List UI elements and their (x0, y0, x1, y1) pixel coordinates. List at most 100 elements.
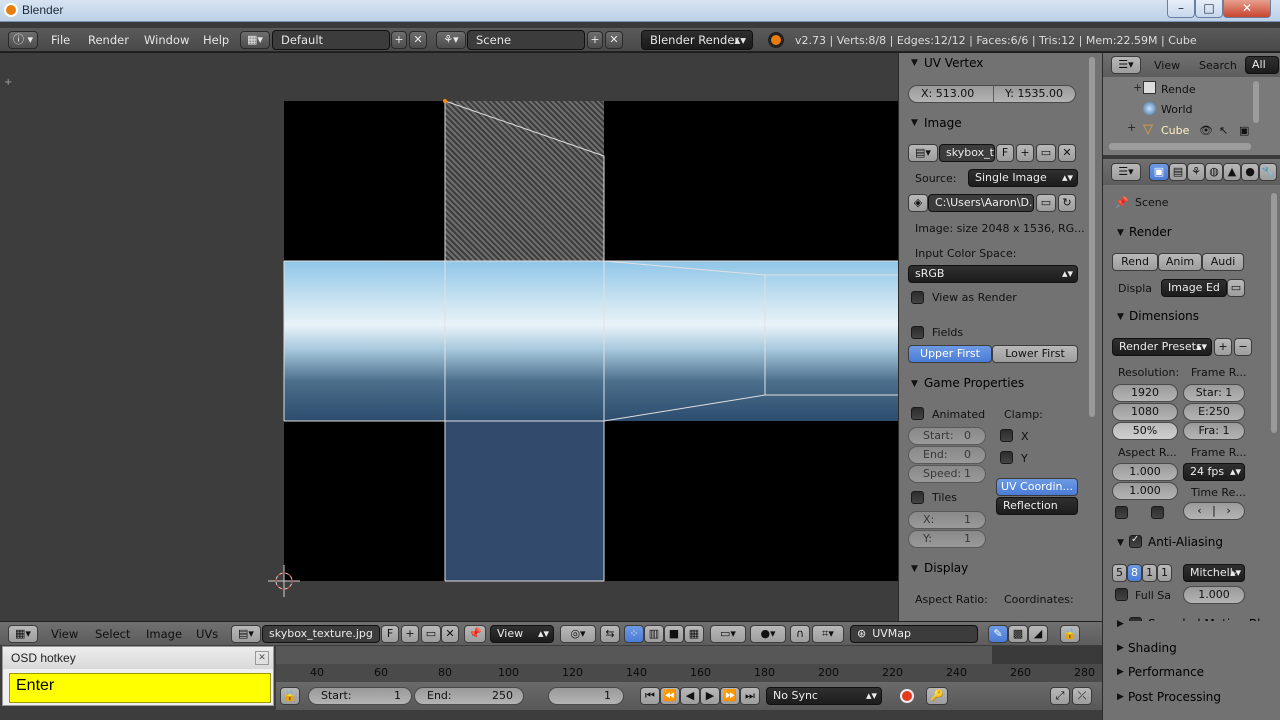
animated-checkbox[interactable] (911, 407, 924, 420)
outliner-item-world[interactable]: World (1161, 103, 1193, 116)
properties-editor-type-icon[interactable]: ☰▾ (1111, 163, 1141, 181)
scene-icon[interactable]: ⚘▾ (436, 31, 466, 49)
uv-editor-type-icon[interactable]: ▦▾ (8, 625, 38, 643)
tiles-x-field[interactable]: X: 1 (908, 511, 986, 529)
aa-samples-11[interactable]: 1 (1142, 564, 1157, 582)
timeline-start-field[interactable]: Start: 1 (308, 687, 412, 705)
anim-end-field[interactable]: End: 0 (908, 446, 986, 464)
world-context-icon[interactable]: ◍ (1205, 163, 1223, 181)
outliner-search-menu[interactable]: Search (1199, 59, 1237, 72)
reload-icon[interactable]: ↻ (1058, 194, 1076, 212)
outliner-hscrollbar[interactable] (1109, 143, 1251, 150)
source-select[interactable]: Single Image ▴▾ (968, 169, 1078, 187)
aa-samples-8[interactable]: 8 (1127, 564, 1142, 582)
sync-selection-icon[interactable]: ⇆ (600, 625, 620, 643)
add-scene-icon[interactable]: + (587, 31, 603, 49)
aa-samples-5[interactable]: 5 (1112, 564, 1127, 582)
play-reverse-icon[interactable]: ◀ (680, 687, 700, 705)
paint-brush-icon[interactable]: ✎ (988, 625, 1008, 643)
anim-speed-field[interactable]: Speed: 1 (908, 465, 986, 483)
close-window-button[interactable]: ✕ (1223, 0, 1271, 18)
lock-icon[interactable]: 🔒 (1060, 625, 1080, 643)
time-remap-field[interactable]: ‹ | › (1183, 502, 1245, 520)
menu-window[interactable]: Window (144, 33, 189, 47)
keying-set-icon[interactable]: 🔑 (926, 687, 948, 705)
aa-samples-16[interactable]: 1 (1157, 564, 1172, 582)
minimize-button[interactable]: – (1167, 0, 1195, 18)
reflection-button[interactable]: Reflection (996, 497, 1078, 515)
add-preset-icon[interactable]: + (1214, 338, 1232, 356)
uv-open-image-icon[interactable]: ▭ (421, 625, 441, 643)
new-image-icon[interactable]: + (1016, 144, 1034, 162)
expand-icon[interactable]: + (1127, 121, 1136, 134)
image-name-field[interactable]: skybox_t (939, 144, 995, 162)
open-folder-icon[interactable]: ▭ (1036, 144, 1056, 162)
uv-view-mode-select[interactable]: View ▴▾ (490, 625, 554, 643)
uv-image-viewport[interactable]: + (0, 53, 898, 621)
uv-menu-view[interactable]: View (51, 627, 78, 641)
remove-preset-icon[interactable]: − (1234, 338, 1252, 356)
frame-end-field[interactable]: E:250 (1183, 403, 1245, 421)
visibility-eye-icon[interactable]: 👁 (1199, 124, 1213, 137)
uv-menu-select[interactable]: Select (95, 627, 130, 641)
osd-close-icon[interactable]: ✕ (255, 651, 269, 665)
frame-start-field[interactable]: Star: 1 (1183, 384, 1245, 402)
uv-map-field[interactable]: ⊛ UVMap (850, 625, 978, 643)
add-layout-icon[interactable]: + (391, 31, 407, 49)
frame-step-field[interactable]: Fra: 1 (1183, 422, 1245, 440)
aspect-x-field[interactable]: 1.000 (1112, 463, 1178, 481)
pivot-icon[interactable]: ◎▾ (560, 625, 596, 643)
face-select-icon[interactable]: ■ (664, 625, 684, 643)
scene-context-icon[interactable]: ⚘ (1187, 163, 1205, 181)
jump-keyframe-forward-icon[interactable]: ⏩ (720, 687, 740, 705)
menu-render[interactable]: Render (88, 33, 129, 47)
island-select-icon[interactable]: ▦ (684, 625, 704, 643)
render-camera-icon[interactable]: ▣ (1239, 124, 1249, 137)
filepath-field[interactable]: C:\Users\Aaron\D... (928, 194, 1034, 212)
clamp-y-checkbox[interactable] (1000, 451, 1013, 464)
outliner-item-render[interactable]: Rende (1161, 83, 1196, 96)
snap-magnet-icon[interactable]: ∩ (790, 625, 810, 643)
fields-checkbox[interactable] (911, 326, 924, 339)
shading-panel-title[interactable]: Shading (1128, 641, 1177, 655)
jump-start-icon[interactable]: ⏮ (640, 687, 660, 705)
view-as-render-checkbox[interactable] (911, 291, 924, 304)
render-layers-icon[interactable]: ▤ (1169, 163, 1187, 181)
layout-field[interactable]: Default (272, 30, 390, 50)
uv-y-field[interactable]: Y: 1535.00 (1005, 87, 1063, 100)
layout-icon[interactable]: ▦▾ (240, 31, 270, 49)
render-engine-select[interactable]: Blender Render ▴▾ (641, 30, 753, 50)
outliner-editor-type-icon[interactable]: ☰▾ (1111, 56, 1141, 74)
tiles-y-field[interactable]: Y: 1 (908, 530, 986, 548)
upper-first-button[interactable]: Upper First (908, 345, 992, 363)
resolution-y-field[interactable]: 1080 (1112, 403, 1178, 421)
border-checkbox[interactable] (1115, 506, 1128, 519)
lock-range-icon[interactable]: 🔒 (280, 687, 300, 705)
expand-triangle-icon[interactable]: ▶ (1117, 643, 1124, 653)
panel-scrollbar[interactable] (1089, 57, 1095, 417)
object-context-icon[interactable]: ▲ (1223, 163, 1241, 181)
unlink-image-icon[interactable]: ✕ (1058, 144, 1076, 162)
insert-keyframe-icon[interactable]: ⤢ (1050, 687, 1070, 705)
uv-image-name-field[interactable]: skybox_texture.jpg (262, 625, 380, 643)
render-image-button[interactable]: Rend (1112, 253, 1158, 271)
uv-menu-image[interactable]: Image (146, 627, 182, 641)
render-audio-button[interactable]: Audi (1202, 253, 1244, 271)
checker-icon[interactable]: ▩ (1008, 625, 1028, 643)
crop-checkbox[interactable] (1151, 506, 1164, 519)
timeline-ruler[interactable]: 40 60 80 100 120 140 160 180 200 220 240… (276, 646, 1102, 682)
lower-first-button[interactable]: Lower First (992, 345, 1078, 363)
clamp-x-checkbox[interactable] (1000, 429, 1013, 442)
uv-fake-user-button[interactable]: F (381, 625, 399, 643)
full-sample-checkbox[interactable] (1115, 588, 1128, 601)
outliner-view-menu[interactable]: View (1154, 59, 1180, 72)
render-animation-button[interactable]: Anim (1158, 253, 1202, 271)
remove-scene-icon[interactable]: ✕ (605, 31, 623, 49)
display-mode-select[interactable]: Image Ed (1161, 279, 1227, 297)
uv-x-field[interactable]: X: 513.00 (921, 87, 974, 100)
info-editor-type-icon[interactable]: ⓘ ▾ (8, 31, 38, 49)
sticky-select-icon[interactable]: ▭▾ (710, 625, 746, 643)
edge-select-icon[interactable]: ▥ (644, 625, 664, 643)
uv-coordinates-button[interactable]: UV Coordin... (996, 478, 1078, 496)
render-context-icon[interactable]: ▣ (1149, 163, 1169, 181)
